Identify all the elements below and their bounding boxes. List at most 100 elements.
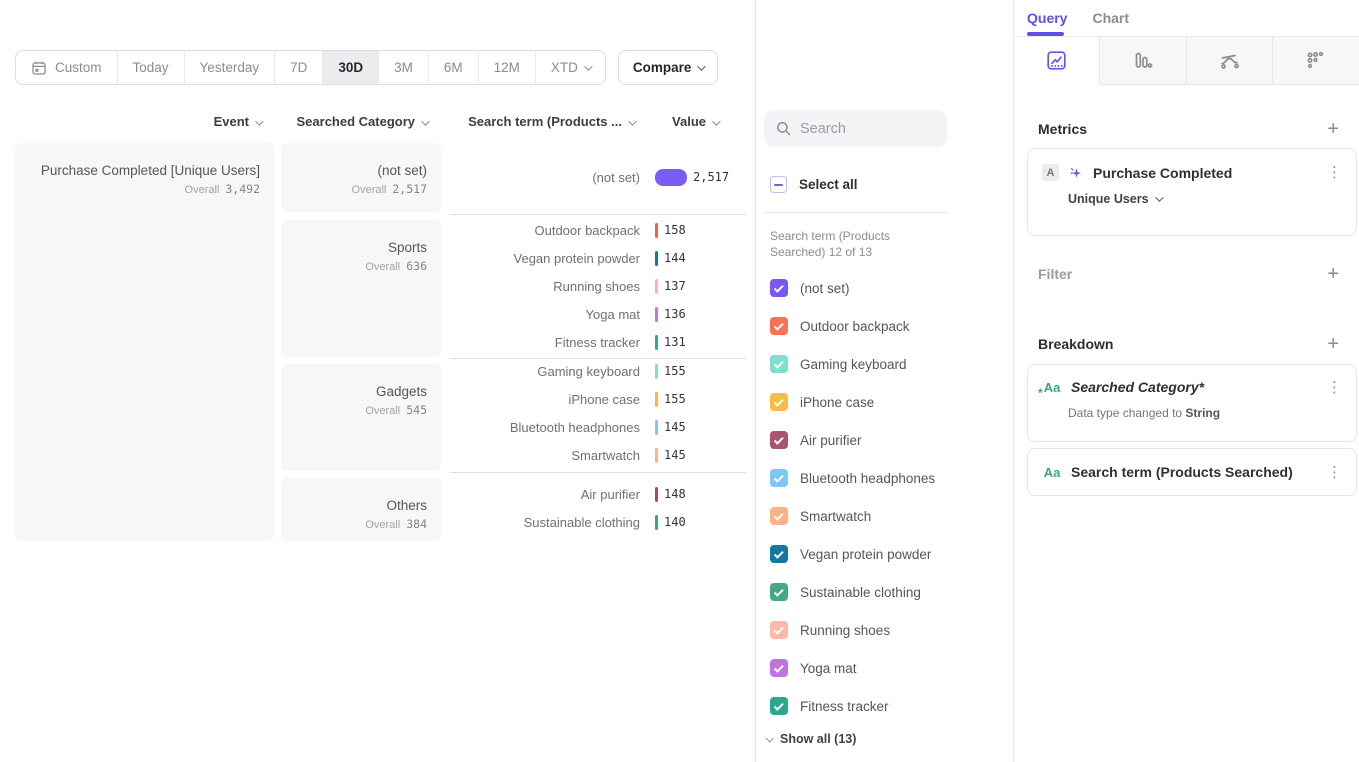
funnels-icon	[1131, 49, 1154, 72]
segment-item-gaming-keyboard[interactable]: Gaming keyboard	[756, 345, 1014, 383]
category-overall: Overall545	[281, 403, 427, 417]
term-row[interactable]: Outdoor backpack158	[448, 216, 746, 244]
value-bar	[655, 392, 658, 407]
event-cell[interactable]: Purchase Completed [Unique Users] Overal…	[15, 143, 274, 541]
breakdown-card-searched-category[interactable]: Aa* Searched Category* ⋮ Data type chang…	[1027, 364, 1357, 442]
breakdown-card-search-term[interactable]: Aa Search term (Products Searched) ⋮	[1027, 448, 1357, 496]
segment-item-vegan-protein-powder[interactable]: Vegan protein powder	[756, 535, 1014, 573]
date-range-7d[interactable]: 7D	[275, 51, 323, 84]
term-row[interactable]: Air purifier148	[448, 480, 746, 508]
date-range-3m[interactable]: 3M	[379, 51, 429, 84]
segment-item-yoga-mat[interactable]: Yoga mat	[756, 649, 1014, 687]
term-row[interactable]: Bluetooth headphones145	[448, 413, 746, 441]
value-bar	[655, 420, 658, 435]
select-all-row[interactable]: Select all	[770, 176, 858, 193]
check-icon	[773, 510, 783, 520]
category-cell[interactable]: (not set)Overall2,517	[281, 143, 441, 212]
term-row[interactable]: Smartwatch145	[448, 441, 746, 469]
term-row[interactable]: (not set) 2,517	[448, 163, 746, 191]
add-filter-button[interactable]: +	[1327, 264, 1339, 284]
breakdown-menu-button[interactable]: ⋮	[1327, 465, 1342, 480]
date-range-custom[interactable]: Custom	[16, 51, 118, 84]
segment-checkbox[interactable]	[770, 545, 788, 563]
breakdown-table: Purchase Completed [Unique Users] Overal…	[15, 143, 746, 543]
segment-checkbox[interactable]	[770, 469, 788, 487]
term-row[interactable]: Gaming keyboard155	[448, 357, 746, 385]
term-row[interactable]: iPhone case155	[448, 385, 746, 413]
segment-checkbox[interactable]	[770, 507, 788, 525]
metric-menu-button[interactable]: ⋮	[1327, 165, 1342, 180]
segment-item-bluetooth-headphones[interactable]: Bluetooth headphones	[756, 459, 1014, 497]
segment-item--not-set-[interactable]: (not set)	[756, 269, 1014, 307]
search-box[interactable]	[764, 110, 947, 147]
breakdown-menu-button[interactable]: ⋮	[1327, 380, 1342, 395]
term-label: (not set)	[448, 170, 640, 185]
date-range-yesterday[interactable]: Yesterday	[185, 51, 276, 84]
tab-flows[interactable]	[1187, 37, 1273, 85]
segment-checkbox[interactable]	[770, 317, 788, 335]
report-type-strip	[1014, 36, 1359, 85]
column-header-searched-category[interactable]: Searched Category	[281, 114, 427, 129]
date-range-30d[interactable]: 30D	[323, 51, 379, 84]
term-row[interactable]: Fitness tracker131	[448, 328, 746, 356]
category-cell[interactable]: OthersOverall384	[281, 478, 441, 541]
term-value: 137	[664, 279, 686, 293]
category-cell[interactable]: Gadgets Overall545	[281, 364, 441, 471]
term-row[interactable]: Yoga mat 136	[448, 300, 746, 328]
metrics-header: Metrics +	[1038, 119, 1339, 139]
query-panel: Query Chart	[1013, 0, 1359, 762]
search-input[interactable]	[800, 121, 930, 137]
group-divider	[450, 214, 746, 215]
term-label: Smartwatch	[448, 448, 640, 463]
segment-checkbox[interactable]	[770, 355, 788, 373]
date-range-12m[interactable]: 12M	[479, 51, 536, 84]
date-range-today[interactable]: Today	[118, 51, 185, 84]
show-all-button[interactable]: Show all (13)	[766, 732, 856, 746]
term-value: 136	[664, 307, 686, 321]
segment-item-sustainable-clothing[interactable]: Sustainable clothing	[756, 573, 1014, 611]
column-header-search-term[interactable]: Search term (Products ...	[448, 114, 634, 129]
term-value: 2,517	[693, 170, 729, 184]
value-bar	[655, 364, 658, 379]
add-metric-button[interactable]: +	[1327, 119, 1339, 139]
metric-aggregation-selector[interactable]: Unique Users	[1068, 192, 1356, 206]
term-row[interactable]: Vegan protein powder144	[448, 244, 746, 272]
segment-checkbox[interactable]	[770, 621, 788, 639]
segment-checkbox[interactable]	[770, 697, 788, 715]
segment-item-running-shoes[interactable]: Running shoes	[756, 611, 1014, 649]
category-name: Gadgets	[281, 384, 427, 399]
metric-card[interactable]: A Purchase Completed ⋮ Unique Users	[1027, 148, 1357, 236]
segment-checkbox[interactable]	[770, 583, 788, 601]
segment-item-smartwatch[interactable]: Smartwatch	[756, 497, 1014, 535]
active-tab-underline	[1027, 32, 1064, 36]
check-icon	[773, 662, 783, 672]
segment-checkbox[interactable]	[770, 393, 788, 411]
segment-checkbox[interactable]	[770, 279, 788, 297]
segment-checkbox[interactable]	[770, 431, 788, 449]
segment-checkbox[interactable]	[770, 659, 788, 677]
segment-item-outdoor-backpack[interactable]: Outdoor backpack	[756, 307, 1014, 345]
column-header-value[interactable]: Value	[640, 114, 718, 129]
column-header-event[interactable]: Event	[15, 114, 261, 129]
term-row[interactable]: Running shoes137	[448, 272, 746, 300]
tab-insights[interactable]	[1014, 37, 1100, 85]
tab-funnels[interactable]	[1100, 37, 1186, 85]
tab-retention[interactable]	[1273, 37, 1359, 85]
date-range-xtd[interactable]: XTD	[536, 51, 605, 84]
term-label: Yoga mat	[448, 307, 640, 322]
tab-query[interactable]: Query	[1027, 10, 1067, 26]
category-cell[interactable]: SportsOverall636	[281, 220, 441, 357]
add-breakdown-button[interactable]: +	[1327, 334, 1339, 354]
date-range-6m[interactable]: 6M	[429, 51, 479, 84]
select-all-checkbox[interactable]	[770, 176, 787, 193]
category-overall: Overall384	[281, 517, 427, 531]
tab-chart[interactable]: Chart	[1092, 10, 1129, 26]
segment-item-iphone-case[interactable]: iPhone case	[756, 383, 1014, 421]
term-value: 144	[664, 251, 686, 265]
term-row[interactable]: Sustainable clothing140	[448, 508, 746, 536]
compare-button[interactable]: Compare	[618, 50, 719, 85]
segment-item-fitness-tracker[interactable]: Fitness tracker	[756, 687, 1014, 725]
show-all-label: Show all (13)	[780, 732, 856, 746]
segment-item-air-purifier[interactable]: Air purifier	[756, 421, 1014, 459]
segment-label: Sustainable clothing	[800, 585, 921, 600]
